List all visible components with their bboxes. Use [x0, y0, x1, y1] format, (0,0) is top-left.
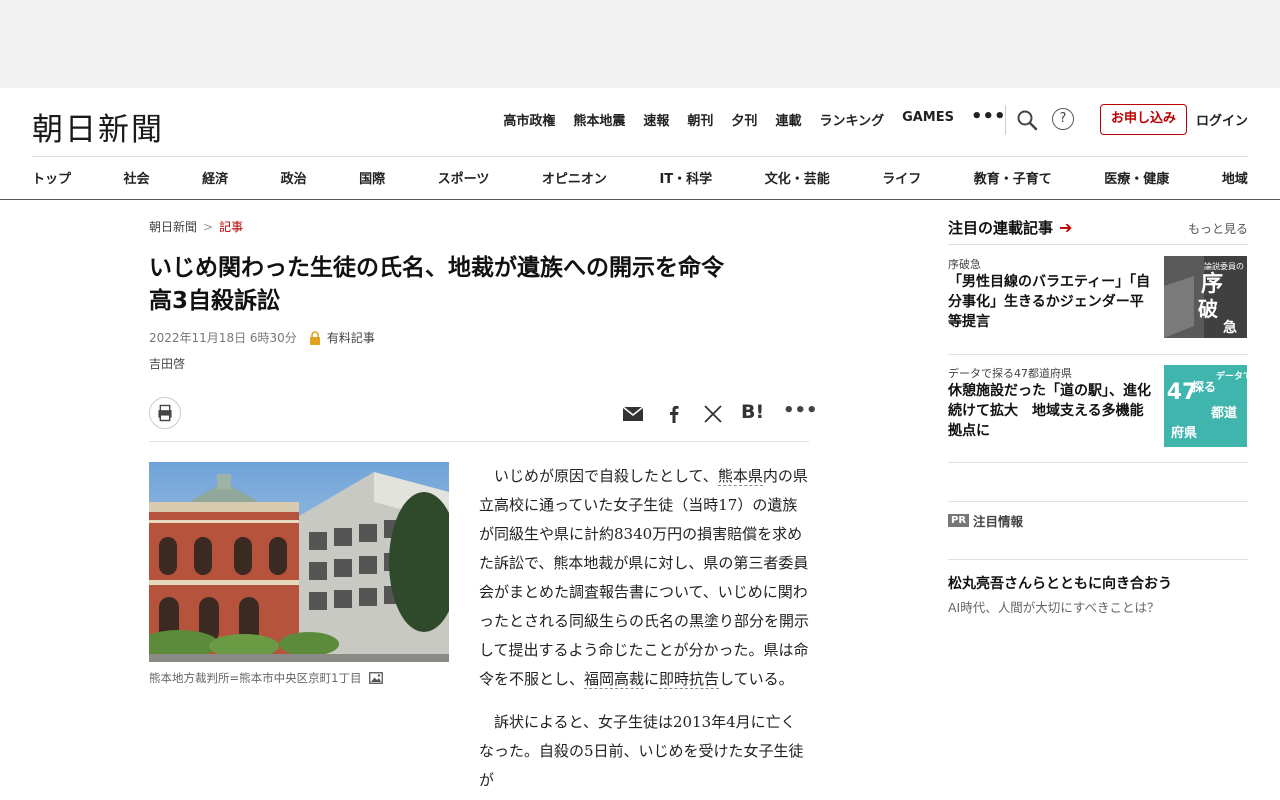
login-link[interactable]: ログイン — [1196, 110, 1248, 129]
nav-item-top[interactable]: トップ — [32, 168, 71, 187]
top-link-morning[interactable]: 朝刊 — [687, 110, 713, 129]
svg-text:探る: 探る — [1192, 379, 1216, 394]
svg-text:序: 序 — [1201, 271, 1223, 297]
nav-item-sports[interactable]: スポーツ — [438, 168, 490, 187]
top-link-takaichi[interactable]: 高市政権 — [503, 110, 555, 129]
nav-item-economy[interactable]: 経済 — [202, 168, 228, 187]
pr-item-title[interactable]: 松丸亮吾さんらとともに向き合おう — [948, 573, 1172, 593]
search-icon[interactable] — [1015, 108, 1039, 132]
svg-text:論説委員の: 論説委員の — [1204, 261, 1244, 271]
card-category: データで探る47都道府県 — [948, 367, 1072, 380]
nav-item-health[interactable]: 医療・健康 — [1104, 168, 1169, 187]
sidebar-rule — [948, 462, 1248, 463]
top-link-evening[interactable]: 夕刊 — [731, 110, 757, 129]
card-thumbnail[interactable]: 47 データで 探る 都道 府県 — [1164, 365, 1247, 447]
ad-banner-area — [0, 0, 1280, 88]
breadcrumb: 朝日新聞 > 記事 — [149, 218, 243, 235]
nav-item-education[interactable]: 教育・子育て — [974, 168, 1052, 187]
print-icon[interactable] — [149, 397, 181, 429]
featured-series-title: 注目の連載記事 — [948, 219, 1054, 237]
pr-rule — [948, 501, 1248, 502]
svg-text:都道: 都道 — [1210, 405, 1237, 421]
svg-text:府県: 府県 — [1171, 425, 1197, 441]
lock-icon — [309, 330, 320, 345]
article-body: いじめが原因で自殺したとして、熊本県内の県立高校に通っていた女子生徒（当時17）… — [479, 462, 809, 800]
article-author[interactable]: 吉田啓 — [149, 355, 185, 372]
breadcrumb-home[interactable]: 朝日新聞 — [149, 220, 197, 234]
featured-series-heading[interactable]: 注目の連載記事 ➔ — [948, 217, 1072, 238]
article-meta: 2022年11月18日 6時30分 有料記事 — [149, 329, 375, 346]
top-link-breaking[interactable]: 速報 — [643, 110, 669, 129]
svg-text:急: 急 — [1223, 319, 1237, 336]
publish-date: 2022年11月18日 6時30分 — [149, 331, 297, 345]
asahi-logo[interactable]: 朝日新聞 — [32, 104, 164, 149]
card-title[interactable]: 「男性目線のバラエティー」「自分事化」生きるかジェンダー平等提言 — [948, 272, 1154, 332]
paid-article-label: 有料記事 — [326, 331, 375, 345]
breadcrumb-current[interactable]: 記事 — [219, 220, 243, 234]
court-building-photo[interactable] — [149, 462, 449, 662]
breadcrumb-separator: > — [203, 220, 214, 234]
sidebar-rule — [948, 354, 1248, 355]
image-gallery-icon[interactable] — [369, 672, 384, 684]
nav-item-international[interactable]: 国際 — [359, 168, 385, 187]
keyword-kumamoto[interactable]: 熊本県 — [717, 467, 763, 486]
keyword-immediate-appeal[interactable]: 即時抗告 — [659, 670, 720, 689]
top-link-games[interactable]: GAMES — [902, 110, 954, 129]
hatena-bookmark-button[interactable]: B! — [741, 401, 764, 423]
photo-caption-text: 熊本地方裁判所=熊本市中央区京町1丁目 — [149, 671, 362, 685]
headline-line-2: 高3自殺訴訟 — [149, 288, 281, 314]
mail-share-icon[interactable] — [621, 402, 645, 426]
sidebar-rule — [948, 244, 1248, 245]
nav-item-culture[interactable]: 文化・芸能 — [765, 168, 830, 187]
see-more-link[interactable]: もっと見る — [1188, 220, 1248, 237]
headline-line-1: いじめ関わった生徒の氏名、地裁が遺族への開示を命令 — [149, 255, 724, 281]
nav-item-opinion[interactable]: オピニオン — [542, 168, 607, 187]
x-share-icon[interactable] — [701, 402, 725, 426]
facebook-share-icon[interactable] — [662, 402, 686, 426]
pr-badge: PR — [948, 514, 970, 527]
help-icon[interactable]: ? — [1052, 108, 1074, 130]
pr-heading-text: 注目情報 — [973, 514, 1024, 529]
pr-heading: PR 注目情報 — [948, 511, 1023, 530]
nav-item-society[interactable]: 社会 — [124, 168, 150, 187]
header-bottom-rule — [0, 199, 1280, 200]
photo-caption: 熊本地方裁判所=熊本市中央区京町1丁目 — [149, 670, 384, 686]
svg-text:データで: データで — [1216, 370, 1247, 382]
top-links: 高市政権 熊本地震 速報 朝刊 夕刊 連載 ランキング GAMES — [503, 110, 954, 129]
nav-item-it-science[interactable]: IT・科学 — [659, 168, 712, 187]
category-nav: トップ 社会 経済 政治 国際 スポーツ オピニオン IT・科学 文化・芸能 ラ… — [32, 168, 1248, 187]
svg-text:破: 破 — [1198, 297, 1218, 321]
more-menu-button[interactable]: ••• — [971, 106, 1006, 127]
arrow-right-icon: ➔ — [1059, 218, 1073, 237]
nav-item-region[interactable]: 地域 — [1222, 168, 1248, 187]
subscribe-button[interactable]: お申し込み — [1100, 104, 1187, 135]
nav-item-politics[interactable]: 政治 — [281, 168, 307, 187]
site-header: 朝日新聞 高市政権 熊本地震 速報 朝刊 夕刊 連載 ランキング GAMES •… — [0, 88, 1280, 200]
top-link-series[interactable]: 連載 — [775, 110, 801, 129]
top-link-kumamoto-quake[interactable]: 熊本地震 — [573, 110, 625, 129]
article-toolbar-rule — [149, 441, 809, 442]
card-category: 序破急 — [948, 258, 981, 271]
article-headline: いじめ関わった生徒の氏名、地裁が遺族への開示を命令 高3自殺訴訟 — [149, 252, 809, 318]
share-more-button[interactable]: ••• — [783, 400, 818, 421]
pr-item-subtitle[interactable]: AI時代、人間が大切にすべきことは？ — [948, 597, 1160, 616]
nav-item-life[interactable]: ライフ — [882, 168, 921, 187]
article-paragraph-2: 訴状によると、女子生徒は2013年4月に亡くなった。自殺の5日前、いじめを受けた… — [479, 713, 804, 789]
article-paragraph-1: いじめが原因で自殺したとして、熊本県内の県立高校に通っていた女子生徒（当時17）… — [479, 467, 810, 689]
keyword-fukuoka-high-court[interactable]: 福岡高裁 — [584, 670, 645, 689]
top-link-ranking[interactable]: ランキング — [819, 110, 884, 129]
card-thumbnail[interactable]: 論説委員の 序 破 急 — [1164, 256, 1247, 338]
nav-divider — [32, 156, 1248, 157]
header-divider — [1005, 105, 1006, 135]
card-title[interactable]: 休憩施設だった「道の駅」、進化続けて拡大 地域支える多機能拠点に — [948, 381, 1154, 441]
pr-rule — [948, 559, 1248, 560]
